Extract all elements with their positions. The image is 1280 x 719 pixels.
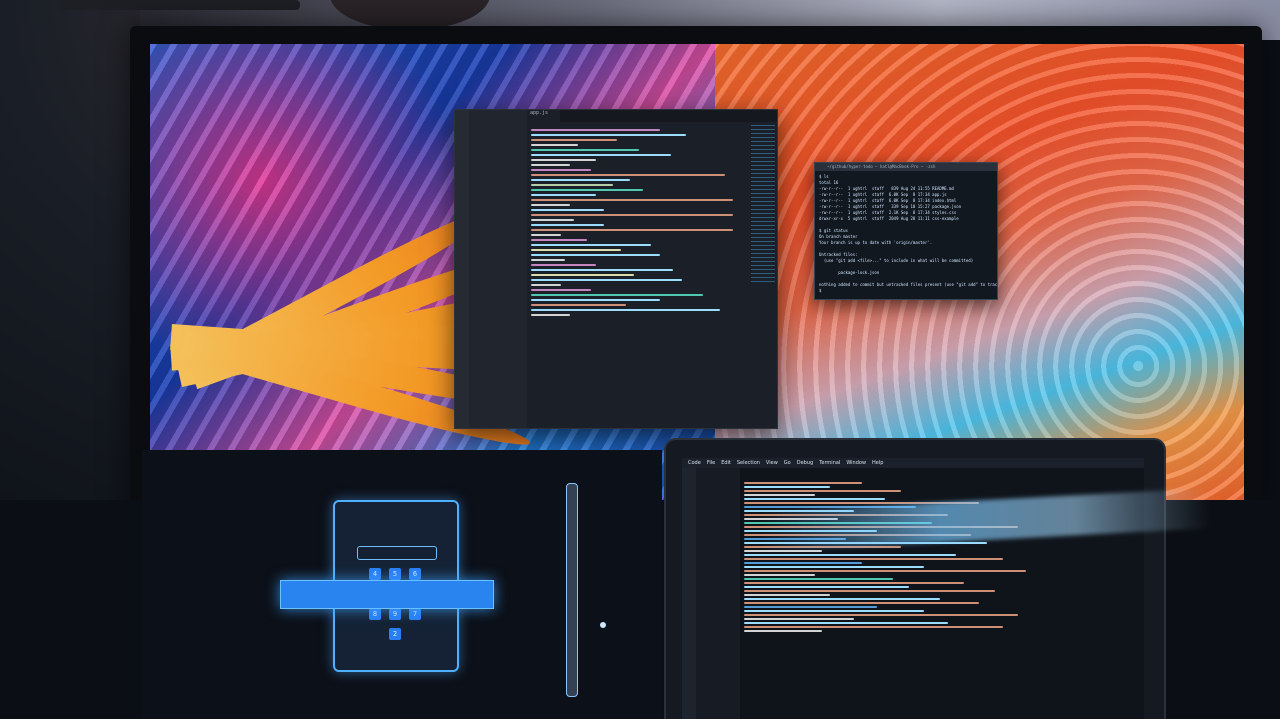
menu-item[interactable]: Selection <box>737 458 760 468</box>
key[interactable]: 9 <box>389 608 401 620</box>
laptop-menu-bar: Code File Edit Selection View Go Debug Terminal… <box>682 458 1144 468</box>
menu-item[interactable]: Debug <box>797 458 813 468</box>
menu-item[interactable]: Terminal <box>819 458 840 468</box>
key[interactable]: 5 <box>389 568 401 580</box>
menu-item[interactable]: Help <box>872 458 883 468</box>
terminal-output: $ ls total 16 -rw-r--r-- 1 ughtrl staff 83… <box>815 171 997 297</box>
key[interactable]: 4 <box>369 568 381 580</box>
editor-file-explorer <box>469 110 527 428</box>
monitor-screen: app.js ~/github/hyper-todo — hatl@MacBoo… <box>150 44 1244 504</box>
photo-scene: app.js ~/github/hyper-todo — hatl@MacBoo… <box>0 0 1280 719</box>
glowing-highlight-bar <box>280 580 494 609</box>
laptop-file-explorer <box>696 468 740 719</box>
terminal-line: $ <box>819 288 822 293</box>
menu-item[interactable]: File <box>707 458 715 468</box>
editor-code <box>531 126 746 424</box>
menu-item[interactable]: Window <box>846 458 866 468</box>
terminal-title: ~/github/hyper-todo — hatl@MacBook-Pro —… <box>815 163 997 171</box>
terminal-line: (use "git add <file>..." to include in w… <box>819 258 974 263</box>
editor-tab[interactable]: app.js <box>527 110 560 122</box>
menu-item[interactable]: Go <box>784 458 791 468</box>
menu-item[interactable]: View <box>766 458 778 468</box>
terminal-line: nothing added to commit but untracked fi… <box>819 282 998 287</box>
key[interactable]: 8 <box>369 608 381 620</box>
key[interactable]: 6 <box>409 568 421 580</box>
keypad-input-field[interactable] <box>357 546 437 560</box>
vertical-slider[interactable] <box>566 483 578 697</box>
code-editor-window: app.js <box>454 109 778 429</box>
editor-tab-bar: app.js <box>527 110 777 122</box>
menu-item[interactable]: Code <box>688 458 701 468</box>
key[interactable]: 2 <box>389 628 401 640</box>
indicator-dot <box>600 622 606 628</box>
laptop-activity-bar <box>682 468 696 719</box>
editor-activity-bar <box>455 110 469 428</box>
key[interactable]: 7 <box>409 608 421 620</box>
terminal-window: ~/github/hyper-todo — hatl@MacBook-Pro —… <box>814 162 998 300</box>
menu-item[interactable]: Edit <box>721 458 731 468</box>
monitor-arm <box>60 0 300 10</box>
editor-minimap <box>751 122 775 282</box>
